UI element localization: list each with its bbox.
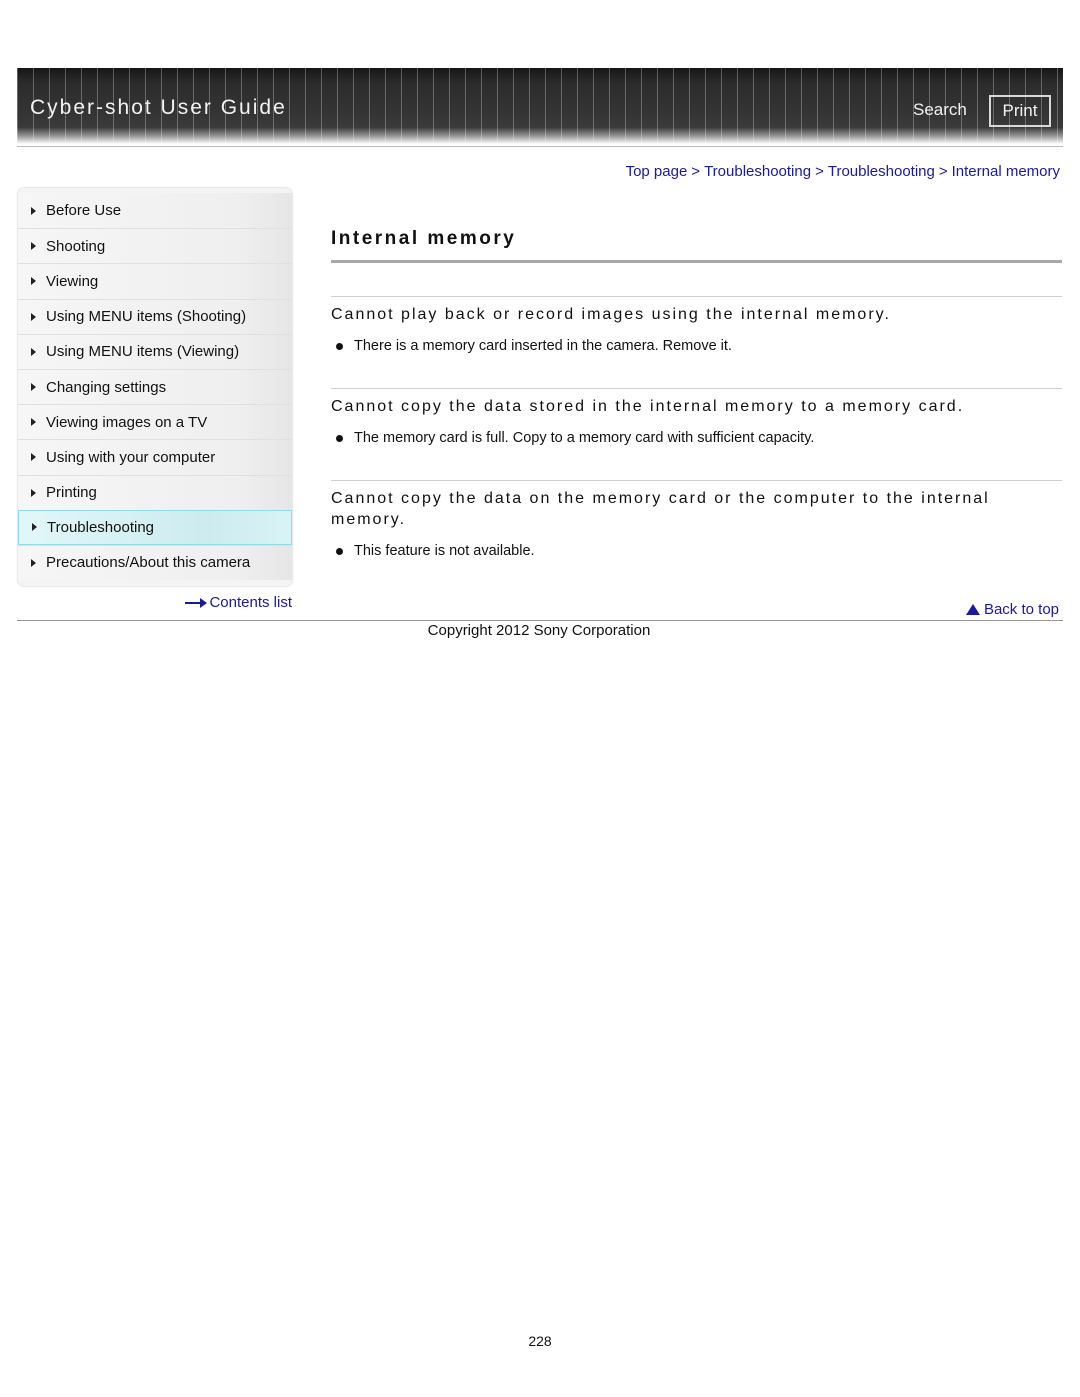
section-copy-to-card: Cannot copy the data stored in the inter… [331,388,1062,446]
sidebar-item-viewing-tv[interactable]: Viewing images on a TV [18,404,292,440]
page-number: 228 [528,1333,552,1349]
bullet-text: This feature is not available. [354,543,535,559]
breadcrumb-troubleshooting[interactable]: Troubleshooting [704,163,811,180]
breadcrumb-separator: > [691,163,701,180]
bullet-text: There is a memory card inserted in the c… [354,338,732,354]
sidebar-item-changing-settings[interactable]: Changing settings [18,368,292,405]
sidebar-nav: Before Use Shooting Viewing Using MENU i… [18,188,292,586]
sidebar-item-label: Shooting [46,237,106,255]
bullet-icon [336,434,343,442]
triangle-right-icon [31,347,36,356]
triangle-right-icon [31,242,36,251]
header-banner: Cyber-shot User Guide Search Print [17,68,1063,144]
sidebar-item-label: Viewing [46,272,99,290]
sidebar-item-troubleshooting[interactable]: Troubleshooting [18,509,292,545]
breadcrumb-separator: > [938,163,948,180]
sidebar-item-label: Troubleshooting [47,518,155,536]
sidebar-item-label: Precautions/About this camera [46,554,251,572]
breadcrumb: Top page > Troubleshooting > Troubleshooting… [626,163,1060,180]
breadcrumb-top-page[interactable]: Top page [626,163,688,180]
sidebar-item-label: Printing [46,484,97,502]
triangle-right-icon [32,523,37,532]
main-content: Internal memory Cannot play back or reco… [331,228,1062,559]
section-heading: Cannot play back or record images using … [331,306,891,323]
sidebar-item-menu-viewing[interactable]: Using MENU items (Viewing) [18,333,292,369]
section-divider [331,296,1062,297]
breadcrumb-internal-memory[interactable]: Internal memory [952,163,1060,180]
guide-title: Cyber-shot User Guide [30,96,287,119]
print-button[interactable]: Print [989,95,1051,127]
section-copy-to-internal: Cannot copy the data on the memory card … [331,480,1062,559]
bullet-item: This feature is not available. [331,543,1062,559]
triangle-right-icon [31,312,36,321]
sidebar-item-viewing[interactable]: Viewing [18,263,292,299]
sidebar-item-precautions[interactable]: Precautions/About this camera [18,544,292,581]
section-heading: Cannot copy the data on the memory card … [331,490,990,528]
sidebar-item-computer[interactable]: Using with your computer [18,439,292,475]
arrow-right-icon [185,597,208,608]
triangle-right-icon [31,277,36,286]
bullet-text: The memory card is full. Copy to a memor… [354,430,815,446]
title-divider [331,260,1062,263]
triangle-right-icon [31,383,36,392]
bullet-icon [336,342,343,350]
section-divider [331,480,1062,481]
search-button[interactable]: Search [913,100,967,120]
sidebar-item-shooting[interactable]: Shooting [18,228,292,264]
triangle-right-icon [31,206,36,215]
section-divider [331,388,1062,389]
copyright-text: Copyright 2012 Sony Corporation [427,622,651,639]
sidebar-item-printing[interactable]: Printing [18,474,292,510]
sidebar-item-label: Viewing images on a TV [46,413,208,431]
sidebar-item-menu-shooting[interactable]: Using MENU items (Shooting) [18,298,292,334]
sidebar-item-label: Using MENU items (Viewing) [46,343,240,361]
contents-list-link[interactable]: Contents list [185,594,292,611]
header-divider [17,146,1063,147]
sidebar-item-label: Using MENU items (Shooting) [46,308,247,326]
back-to-top-label: Back to top [983,601,1059,618]
bullet-item: There is a memory card inserted in the c… [331,338,1062,354]
sidebar-item-label: Changing settings [46,378,167,396]
sidebar-item-before-use[interactable]: Before Use [18,193,292,229]
triangle-right-icon [31,418,36,427]
sidebar-item-label: Before Use [46,202,122,220]
breadcrumb-troubleshooting-sub[interactable]: Troubleshooting [828,163,935,180]
triangle-right-icon [31,453,36,462]
triangle-up-icon [965,604,980,615]
footer-divider [17,620,1063,621]
bullet-icon [336,547,343,555]
section-heading: Cannot copy the data stored in the inter… [331,398,965,415]
section-playback: Cannot play back or record images using … [331,296,1062,354]
page-title: Internal memory [331,228,517,249]
triangle-right-icon [31,558,36,567]
triangle-right-icon [31,488,36,497]
contents-list-label: Contents list [209,594,292,611]
breadcrumb-separator: > [815,163,824,180]
sidebar-item-label: Using with your computer [46,448,216,466]
bullet-item: The memory card is full. Copy to a memor… [331,430,1062,446]
back-to-top-link[interactable]: Back to top [965,601,1059,618]
